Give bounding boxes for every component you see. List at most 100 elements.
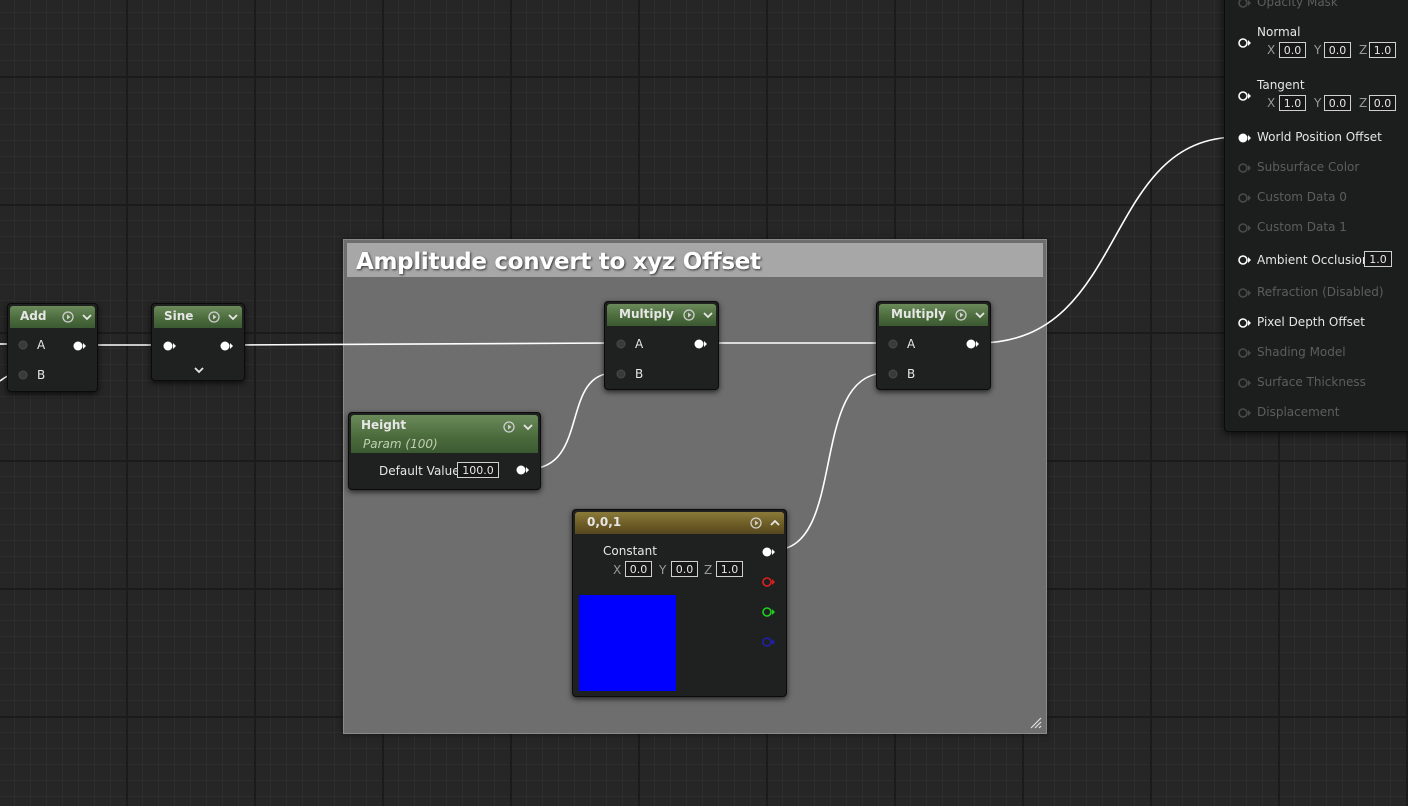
input-pin-a[interactable] [887, 338, 901, 350]
normal-z-field[interactable]: 1.0 [1369, 42, 1396, 58]
label-displacement: Displacement [1257, 405, 1340, 419]
node-title: Multiply [619, 307, 674, 321]
normal-x-label: X [1267, 43, 1276, 57]
default-value-field[interactable]: 100.0 [457, 462, 499, 478]
pin-custom-data-1[interactable] [1237, 222, 1251, 234]
normal-y-field[interactable]: 0.0 [1324, 42, 1351, 58]
tangent-x-label: X [1267, 96, 1276, 110]
label-pixel-depth-offset: Pixel Depth Offset [1257, 315, 1365, 329]
z-value-field[interactable]: 1.0 [716, 561, 743, 577]
wire-multiply2-wpo [977, 136, 1239, 344]
y-axis-label: Y [659, 563, 667, 577]
pin-shading-model[interactable] [1237, 347, 1251, 359]
output-pin[interactable] [515, 464, 529, 476]
preview-icon[interactable] [683, 309, 695, 321]
label-shading-model: Shading Model [1257, 345, 1346, 359]
pin-opacity-mask[interactable] [1237, 0, 1251, 9]
constant-label: Constant [603, 544, 657, 558]
pin-label-b: B [907, 367, 916, 381]
pin-world-position-offset[interactable] [1237, 132, 1251, 144]
normal-z-label: Z [1359, 43, 1368, 57]
node-title: Add [20, 309, 47, 323]
pin-label-a: A [635, 337, 644, 351]
pin-ambient-occlusion[interactable] [1237, 254, 1251, 266]
height-param-node[interactable]: Height Param (100) Default Value 100.0 [348, 412, 541, 490]
x-axis-label: X [613, 563, 622, 577]
preview-icon[interactable] [62, 311, 74, 323]
color-preview-swatch [579, 595, 676, 691]
normal-x-field[interactable]: 0.0 [1279, 42, 1306, 58]
chevron-down-icon[interactable] [522, 421, 534, 433]
output-pin[interactable] [965, 338, 979, 350]
label-tangent: Tangent [1257, 78, 1305, 92]
pin-label-a: A [907, 337, 916, 351]
tangent-z-field[interactable]: 0.0 [1369, 95, 1396, 111]
input-pin-a[interactable] [615, 338, 629, 350]
output-pin-g[interactable] [761, 606, 775, 618]
y-value-field[interactable]: 0.0 [671, 561, 698, 577]
node-title: Sine [164, 309, 194, 323]
wire-sine-multiply1 [231, 342, 613, 346]
expand-chevron-icon[interactable] [193, 364, 205, 376]
input-pin-b[interactable] [17, 369, 31, 381]
preview-icon[interactable] [503, 421, 515, 433]
label-normal: Normal [1257, 25, 1301, 39]
pin-pixel-depth-offset[interactable] [1237, 317, 1251, 329]
pin-label-b: B [635, 367, 644, 381]
add-node[interactable]: Add A B [7, 303, 98, 392]
output-pin[interactable] [693, 338, 707, 350]
pin-surface-thickness[interactable] [1237, 377, 1251, 389]
pin-label-a: A [37, 338, 46, 352]
chevron-down-icon[interactable] [227, 311, 239, 323]
chevron-down-icon[interactable] [81, 311, 93, 323]
tangent-y-label: Y [1314, 96, 1322, 110]
tangent-z-label: Z [1359, 96, 1368, 110]
chevron-down-icon[interactable] [974, 309, 986, 321]
sine-node[interactable]: Sine [151, 303, 245, 381]
chevron-up-icon[interactable] [769, 517, 781, 529]
multiply-node-2[interactable]: Multiply A B [876, 301, 991, 390]
preview-icon[interactable] [208, 311, 220, 323]
label-world-position-offset: World Position Offset [1257, 130, 1382, 144]
pin-custom-data-0[interactable] [1237, 192, 1251, 204]
label-custom-data-1: Custom Data 1 [1257, 220, 1347, 234]
pin-tangent[interactable] [1237, 90, 1251, 102]
material-result-node[interactable]: Opacity Mask Normal X 0.0 Y 0.0 Z 1.0 Ta… [1224, 0, 1408, 432]
label-opacity-mask: Opacity Mask [1257, 0, 1338, 9]
output-pin-b[interactable] [761, 636, 775, 648]
label-subsurface-color: Subsurface Color [1257, 160, 1360, 174]
output-pin[interactable] [219, 340, 233, 352]
output-pin-r[interactable] [761, 576, 775, 588]
chevron-down-icon[interactable] [702, 309, 714, 321]
ambient-occlusion-field[interactable]: 1.0 [1364, 251, 1392, 267]
constant-vector-node[interactable]: 0,0,1 Constant X 0.0 Y 0.0 Z 1.0 [572, 509, 787, 697]
label-refraction: Refraction (Disabled) [1257, 285, 1384, 299]
label-ambient-occlusion: Ambient Occlusion [1257, 253, 1370, 267]
default-value-label: Default Value [379, 464, 460, 478]
tangent-x-field[interactable]: 1.0 [1279, 95, 1306, 111]
output-pin-rgb[interactable] [761, 546, 775, 558]
x-value-field[interactable]: 0.0 [625, 561, 652, 577]
label-custom-data-0: Custom Data 0 [1257, 190, 1347, 204]
preview-icon[interactable] [955, 309, 967, 321]
pin-refraction[interactable] [1237, 287, 1251, 299]
input-pin-b[interactable] [887, 368, 901, 380]
node-title: 0,0,1 [587, 515, 622, 529]
normal-y-label: Y [1314, 43, 1322, 57]
wire-constant-multiply2b [773, 372, 887, 551]
input-pin[interactable] [162, 340, 176, 352]
node-subtitle: Param (100) [363, 437, 438, 451]
pin-displacement[interactable] [1237, 407, 1251, 419]
z-axis-label: Z [704, 563, 713, 577]
tangent-y-field[interactable]: 0.0 [1324, 95, 1351, 111]
pin-normal[interactable] [1237, 37, 1251, 49]
pin-subsurface-color[interactable] [1237, 162, 1251, 174]
pin-label-b: B [37, 368, 46, 382]
multiply-node-1[interactable]: Multiply A B [604, 301, 719, 390]
output-pin[interactable] [72, 340, 86, 352]
input-pin-a[interactable] [17, 339, 31, 351]
node-title: Height [361, 418, 407, 432]
input-pin-b[interactable] [615, 368, 629, 380]
node-title: Multiply [891, 307, 946, 321]
preview-icon[interactable] [750, 517, 762, 529]
